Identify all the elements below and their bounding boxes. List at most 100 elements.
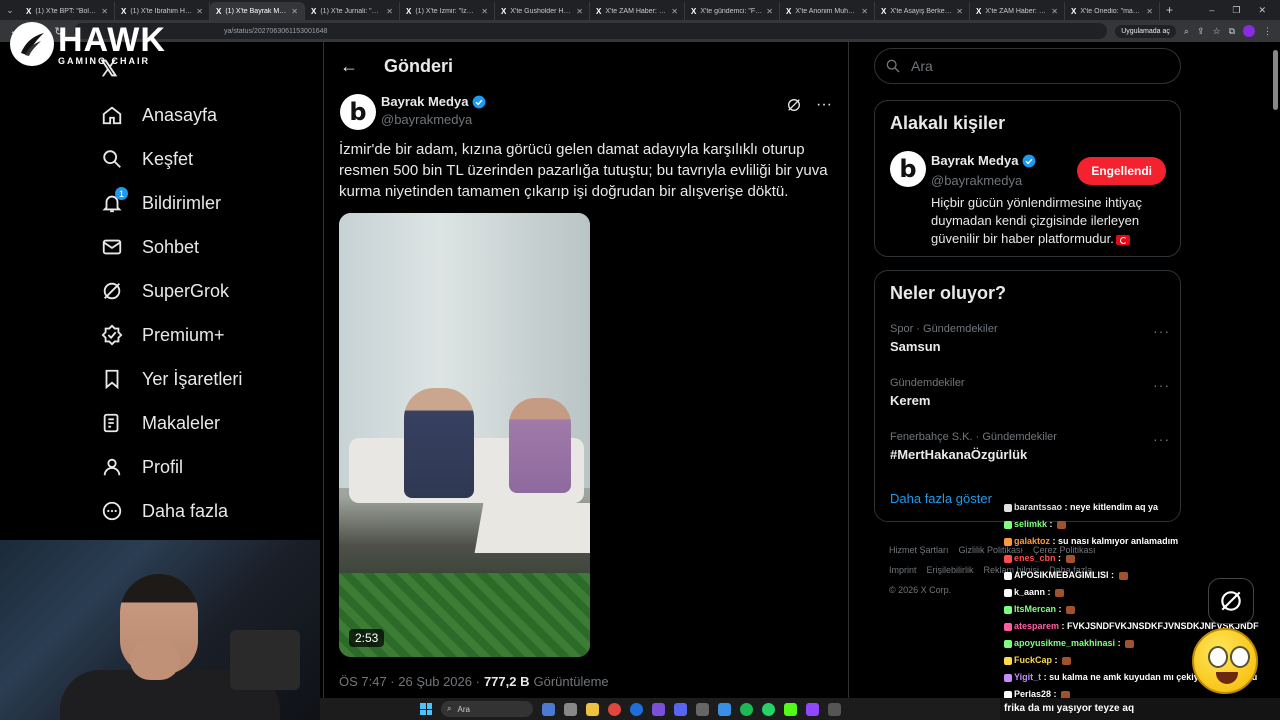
more-options-icon[interactable]: ··· <box>816 96 832 114</box>
browser-tab[interactable]: X(1) X'te İbrahim Hasko✕ <box>115 2 210 20</box>
chat-username[interactable]: k_aann <box>1014 587 1045 597</box>
chat-username[interactable]: galaktoz <box>1014 536 1050 546</box>
chat-username[interactable]: Yigit_t <box>1014 672 1041 682</box>
taskbar-app-icon[interactable] <box>718 702 731 716</box>
taskbar-app-icon[interactable] <box>828 702 841 716</box>
related-name[interactable]: Bayrak Medya <box>931 153 1036 168</box>
taskbar-app-icon[interactable] <box>652 702 665 716</box>
sidebar-item-bildirimler[interactable]: 1 Bildirimler <box>100 187 221 218</box>
maximize-button[interactable]: ❐ <box>1232 5 1240 16</box>
more-options-icon[interactable]: ··· <box>1153 431 1170 447</box>
share-icon[interactable]: ⇪ <box>1197 26 1205 37</box>
kick-icon[interactable] <box>784 702 797 716</box>
tab-close-icon[interactable]: ✕ <box>481 7 488 16</box>
tab-close-icon[interactable]: ✕ <box>576 7 583 16</box>
back-arrow-icon[interactable]: ← <box>340 56 358 77</box>
taskbar-app-icon[interactable] <box>564 702 577 716</box>
tab-close-icon[interactable]: ✕ <box>766 7 773 16</box>
browser-tab[interactable]: X(1) X'te Bayrak Medya ✕ <box>210 2 305 20</box>
browser-tab[interactable]: X X'te Gusholder Haber ✕ <box>495 2 590 20</box>
more-options-icon[interactable]: ··· <box>1153 323 1170 339</box>
footer-link[interactable]: Erişilebilirlik <box>927 565 974 575</box>
chat-username[interactable]: APOSIKMEBAGIMLISI <box>1014 570 1109 580</box>
tab-close-icon[interactable]: ✕ <box>671 7 678 16</box>
page-scrollbar[interactable] <box>1272 42 1280 502</box>
related-avatar[interactable]: b <box>890 151 926 187</box>
sidebar-item-supergrok[interactable]: SuperGrok <box>100 276 229 306</box>
sidebar-item-anasayfa[interactable]: Anasayfa <box>100 100 217 130</box>
trend-item[interactable]: Gündemdekiler Kerem ··· <box>890 377 1170 408</box>
tab-list-button[interactable]: ⌄ <box>0 0 20 20</box>
sidebar-item-ke-fet[interactable]: Keşfet <box>100 144 193 174</box>
sidebar-item-makaleler[interactable]: Makaleler <box>100 408 220 438</box>
browser-tab[interactable]: X X'te Asayiş Berkemal ✕ <box>875 2 970 20</box>
author-name[interactable]: Bayrak Medya <box>381 94 486 109</box>
tab-close-icon[interactable]: ✕ <box>291 7 298 16</box>
browser-tab[interactable]: X X'te Anonim Muhabir ✕ <box>780 2 875 20</box>
browser-menu-icon[interactable]: ⋮ <box>1263 26 1272 37</box>
show-more-link[interactable]: Daha fazla göster <box>890 491 992 506</box>
zoom-icon[interactable]: ⌕ <box>1184 26 1189 37</box>
sidebar-item-sohbet[interactable]: Sohbet <box>100 232 199 262</box>
discord-icon[interactable] <box>674 702 687 716</box>
blocked-button[interactable]: Engellendi <box>1077 157 1166 185</box>
browser-tab[interactable]: X (1) X'te BPT: "Bolu'da ✕ <box>20 2 115 20</box>
footer-link[interactable]: Imprint <box>889 565 917 575</box>
browser-tab[interactable]: XX'te ZAM Haber: "Bir c ✕ <box>590 2 685 20</box>
tab-close-icon[interactable]: ✕ <box>1146 7 1153 16</box>
edge-icon[interactable] <box>630 702 643 716</box>
chat-username[interactable]: enes_cbn <box>1014 553 1056 563</box>
sidebar-item-yer-i-aretleri[interactable]: Yer İşaretleri <box>100 364 242 394</box>
whatsapp-icon[interactable] <box>762 702 775 716</box>
taskbar-app-icon[interactable] <box>542 702 555 716</box>
folder-icon[interactable] <box>586 702 599 716</box>
trend-item[interactable]: Spor · Gündemdekiler Samsun ··· <box>890 323 1170 354</box>
chat-username[interactable]: selimkk <box>1014 519 1047 529</box>
tab-close-icon[interactable]: ✕ <box>861 7 868 16</box>
grok-floating-button[interactable] <box>1208 578 1254 624</box>
chat-username[interactable]: FuckCap <box>1014 655 1052 665</box>
grok-icon[interactable] <box>786 97 802 113</box>
windows-start-icon[interactable] <box>420 703 432 715</box>
url-field[interactable]: ya/status/2027063061153001648 <box>74 23 1108 39</box>
spotify-icon[interactable] <box>740 702 753 716</box>
browser-tab[interactable]: X X'te gündemci: "Fenb ✕ <box>685 2 780 20</box>
taskbar-app-icon[interactable] <box>696 702 709 716</box>
extensions-icon[interactable]: ⧉ <box>1229 26 1235 37</box>
browser-tab[interactable]: XX'te ZAM Haber: "Bir c ✕ <box>970 2 1065 20</box>
minimize-button[interactable]: – <box>1209 5 1214 16</box>
new-tab-button[interactable]: + <box>1160 3 1179 17</box>
chrome-icon[interactable] <box>608 702 621 716</box>
browser-tab[interactable]: X (1) X'te İzmir: "İzmir'e ✕ <box>400 2 495 20</box>
author-avatar[interactable]: b <box>340 94 376 130</box>
twitch-icon[interactable] <box>806 702 819 716</box>
browser-tab[interactable]: XX'te Onedio: "manifest ✕ <box>1065 2 1160 20</box>
chat-input[interactable]: frika da mı yaşıyor teyze aq <box>1000 698 1280 720</box>
tab-close-icon[interactable]: ✕ <box>101 7 108 16</box>
close-window-button[interactable]: ✕ <box>1258 5 1266 16</box>
search-input[interactable]: Ara <box>874 48 1181 84</box>
post-timestamp[interactable]: ÖS 7:47 · 26 Şub 2026 · <box>339 674 480 689</box>
sidebar-item-daha-fazla[interactable]: Daha fazla <box>100 496 228 526</box>
related-handle[interactable]: @bayrakmedya <box>931 173 1022 188</box>
taskbar-search[interactable]: ⌕ Ara <box>441 701 533 717</box>
post-video[interactable]: 2:53 <box>339 213 590 657</box>
more-options-icon[interactable]: ··· <box>1153 377 1170 393</box>
chat-username[interactable]: barantssao <box>1014 502 1062 512</box>
chat-username[interactable]: atesparem <box>1014 621 1059 631</box>
sidebar-item-premium[interactable]: Premium+ <box>100 320 225 350</box>
sidebar-item-profil[interactable]: Profil <box>100 452 183 482</box>
footer-link[interactable]: Hizmet Şartları <box>889 545 949 555</box>
author-handle[interactable]: @bayrakmedya <box>381 112 472 127</box>
tab-close-icon[interactable]: ✕ <box>196 7 203 16</box>
tab-close-icon[interactable]: ✕ <box>1051 7 1058 16</box>
bookmark-star-icon[interactable]: ☆ <box>1212 26 1220 37</box>
tab-close-icon[interactable]: ✕ <box>956 7 963 16</box>
browser-tab[interactable]: X(1) X'te Jurnali: "Bir kad ✕ <box>305 2 400 20</box>
trend-item[interactable]: Fenerbahçe S.K. · Gündemdekiler #MertHaka… <box>890 431 1170 462</box>
chat-username[interactable]: apoyusikme_makhinasi <box>1014 638 1115 648</box>
profile-avatar[interactable] <box>1243 25 1255 37</box>
chat-username[interactable]: ItsMercan <box>1014 604 1056 614</box>
open-in-app-button[interactable]: Uygulamada aç <box>1115 24 1176 38</box>
tab-close-icon[interactable]: ✕ <box>386 7 393 16</box>
